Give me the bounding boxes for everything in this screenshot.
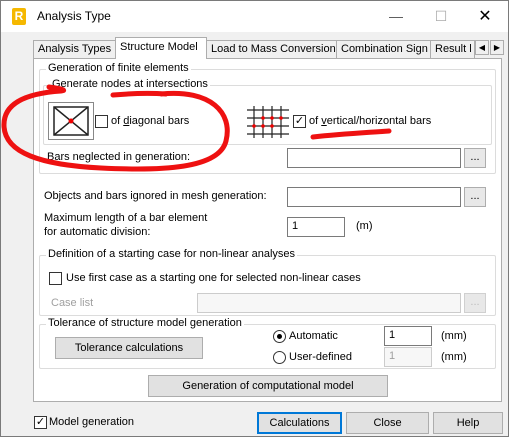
automatic-label: Automatic (289, 330, 338, 342)
bars-neglected-input[interactable] (287, 148, 461, 168)
tab-strip: Analysis Types Structure Model Load to M… (1, 37, 508, 59)
model-generation-checkbox[interactable]: ✓ (34, 416, 47, 429)
diagonal-bars-thumbnail (48, 102, 94, 140)
bars-neglected-label: Bars neglected in generation: (47, 151, 191, 163)
user-defined-tolerance-unit: (mm) (441, 351, 467, 363)
calculations-button[interactable]: Calculations (257, 412, 342, 434)
maximize-button[interactable]: ☐ (419, 1, 463, 32)
max-length-input[interactable]: 1 (287, 217, 345, 237)
use-first-case-label: Use first case as a starting one for sel… (66, 272, 361, 284)
tolerance-calculations-button[interactable]: Tolerance calculations (55, 337, 203, 359)
tab-scroll-left-button[interactable]: ◀ (475, 40, 489, 55)
max-length-label-line2: for automatic division: (44, 226, 151, 238)
objects-ignored-label: Objects and bars ignored in mesh generat… (44, 190, 267, 202)
case-list-input[interactable] (197, 293, 461, 313)
max-length-label-line1: Maximum length of a bar element (44, 212, 208, 224)
bars-neglected-browse-button[interactable]: ... (464, 148, 486, 168)
tab-load-to-mass-conversion[interactable]: Load to Mass Conversion (206, 40, 337, 59)
tab-result[interactable]: Result l (430, 40, 475, 59)
diagonal-bars-icon (53, 106, 89, 136)
nonlinear-group-title: Definition of a starting case for non-li… (46, 248, 298, 260)
case-list-label: Case list (51, 297, 94, 309)
model-generation-label: Model generation (49, 416, 135, 428)
objects-ignored-input[interactable] (287, 187, 461, 207)
minimize-button[interactable]: — (374, 1, 418, 32)
nodes-group-title: Generate nodes at intersections (50, 78, 210, 90)
objects-ignored-browse-button[interactable]: ... (464, 187, 486, 207)
automatic-tolerance-unit: (mm) (441, 330, 467, 342)
diagonal-bars-checkbox[interactable] (95, 115, 108, 128)
vertical-horizontal-bars-label: of vertical/horizontal bars (309, 115, 432, 127)
tab-analysis-types[interactable]: Analysis Types (33, 40, 116, 59)
diagonal-bars-label: of diagonal bars (111, 115, 190, 127)
use-first-case-checkbox[interactable] (49, 272, 62, 285)
title-bar[interactable]: R Analysis Type — ☐ ✕ (1, 1, 508, 32)
window-title: Analysis Type (37, 9, 111, 23)
close-window-button[interactable]: ✕ (463, 1, 507, 32)
automatic-radio[interactable] (273, 330, 286, 343)
tolerance-group-title: Tolerance of structure model generation (46, 317, 244, 329)
dialog-window: R Analysis Type — ☐ ✕ Analysis Types Str… (0, 0, 509, 437)
grid-bars-icon (247, 106, 289, 138)
automatic-tolerance-input[interactable]: 1 (384, 326, 432, 346)
generation-group-title: Generation of finite elements (46, 62, 191, 74)
case-list-browse-button[interactable]: ... (464, 293, 486, 313)
user-defined-tolerance-input[interactable]: 1 (384, 347, 432, 367)
tab-scroll-right-button[interactable]: ▶ (490, 40, 504, 55)
generate-computational-model-button[interactable]: Generation of computational model (148, 375, 388, 397)
tab-structure-model[interactable]: Structure Model (115, 37, 207, 59)
vertical-horizontal-bars-checkbox[interactable]: ✓ (293, 115, 306, 128)
user-defined-radio[interactable] (273, 351, 286, 364)
close-button[interactable]: Close (346, 412, 429, 434)
help-button[interactable]: Help (433, 412, 503, 434)
tab-combination-sign[interactable]: Combination Sign (336, 40, 431, 59)
vertical-horizontal-bars-thumbnail (245, 104, 291, 140)
app-icon: R (12, 8, 26, 25)
user-defined-label: User-defined (289, 351, 352, 363)
max-length-unit: (m) (356, 220, 373, 232)
